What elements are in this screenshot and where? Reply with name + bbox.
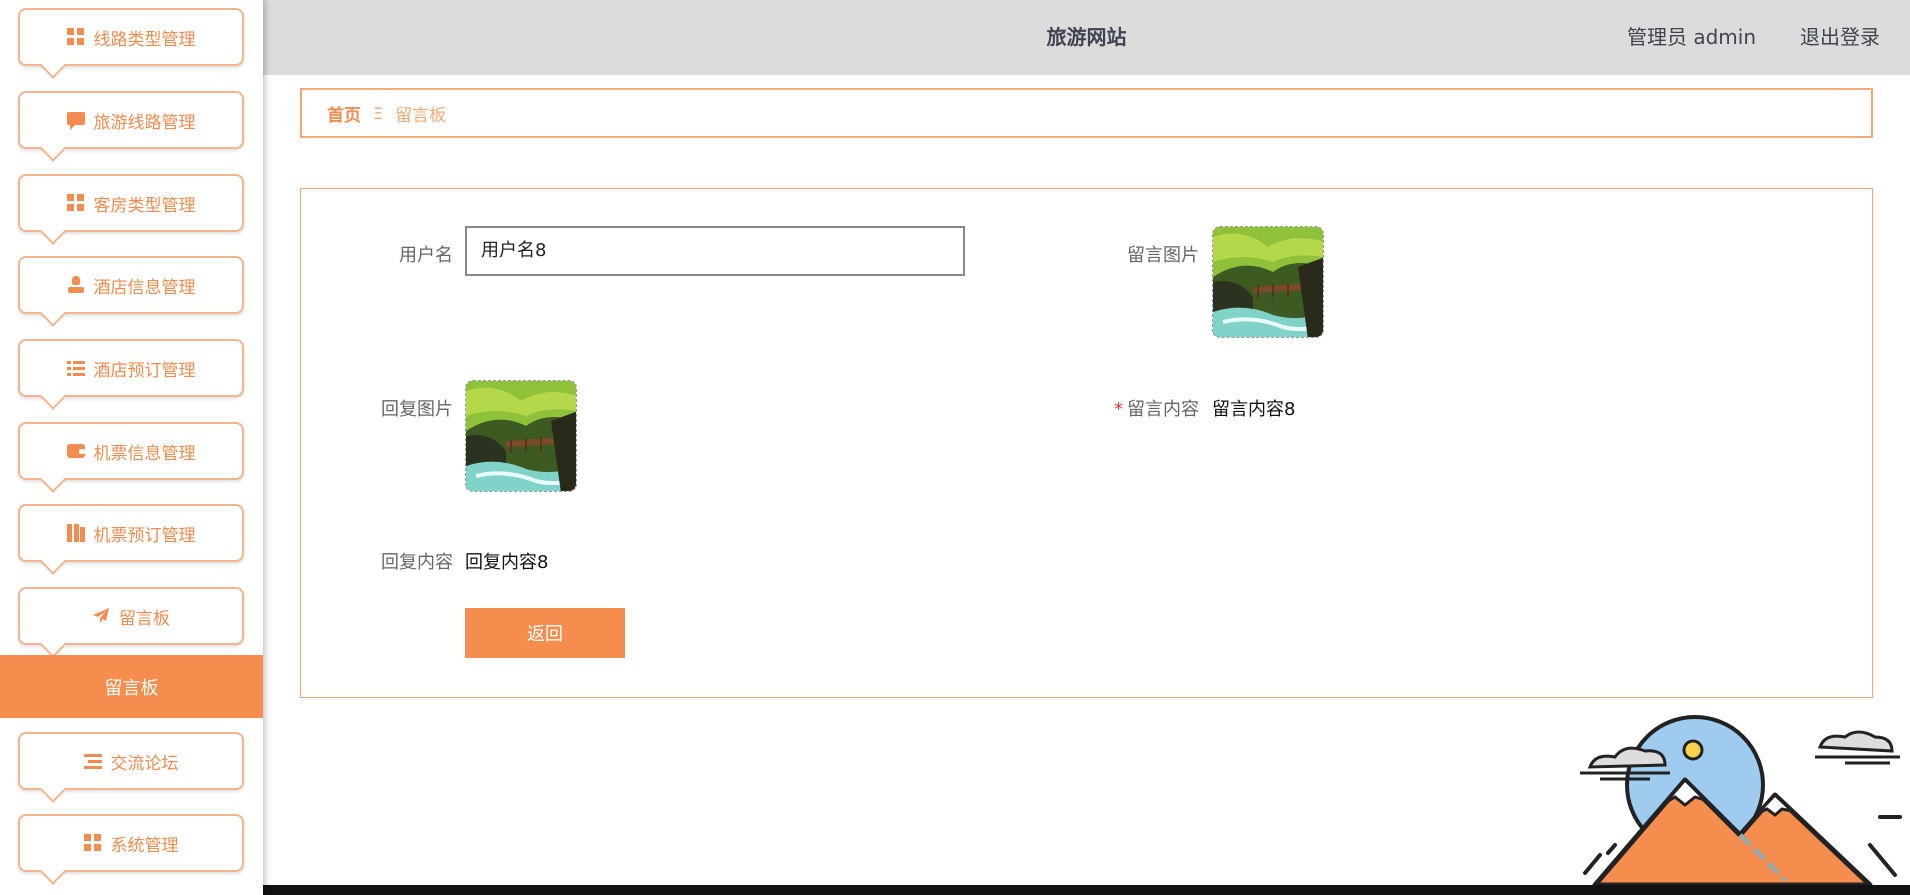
message-content-label: * 留言内容 <box>1079 395 1199 421</box>
sidebar-item-flight-info[interactable]: 机票信息管理 <box>18 422 244 480</box>
sidebar-item-label: 旅游线路管理 <box>93 112 196 133</box>
back-button[interactable]: 返回 <box>465 608 625 658</box>
reply-content-label: 回复内容 <box>381 552 453 573</box>
sidebar-item-forum[interactable]: 交流论坛 <box>18 732 244 790</box>
sidebar-item-label: 机票信息管理 <box>93 443 196 464</box>
sidebar-item-hotel-info[interactable]: 酒店信息管理 <box>18 256 244 314</box>
wallet-icon <box>66 444 85 458</box>
message-image[interactable] <box>1212 226 1324 338</box>
sidebar-item-label: 系统管理 <box>110 835 179 856</box>
sidebar-item-label: 客房类型管理 <box>93 195 196 216</box>
sidebar-item-label: 酒店信息管理 <box>93 277 196 298</box>
list-icon <box>83 752 102 770</box>
message-content-value: 留言内容8 <box>1212 399 1296 420</box>
sidebar-item-flight-booking[interactable]: 机票预订管理 <box>18 504 244 562</box>
sidebar-item-label: 交流论坛 <box>110 753 179 774</box>
sidebar-item-room-types[interactable]: 客房类型管理 <box>18 174 244 232</box>
sidebar-item-message-board[interactable]: 留言板 <box>18 587 244 645</box>
book-icon <box>66 524 85 542</box>
message-image-label: 留言图片 <box>1127 245 1199 266</box>
reply-content-value: 回复内容8 <box>465 552 549 573</box>
sidebar-item-hotel-booking[interactable]: 酒店预订管理 <box>18 339 244 397</box>
sidebar-subitem-label: 留言板 <box>104 677 159 699</box>
breadcrumb: 首页 Ξ 留言板 <box>300 88 1873 138</box>
required-mark: * <box>1114 399 1123 420</box>
username-label: 用户名 <box>399 245 453 266</box>
grid-icon <box>83 834 102 852</box>
reply-image[interactable] <box>465 380 577 492</box>
chat-icon <box>66 111 85 130</box>
logout-link[interactable]: 退出登录 <box>1800 0 1880 75</box>
sidebar-item-system[interactable]: 系统管理 <box>18 814 244 872</box>
sidebar: 线路类型管理 旅游线路管理 客房类型管理 酒店信息管理 酒店预订管理 机票信息管… <box>0 0 263 895</box>
grid-icon <box>66 194 85 212</box>
sidebar-item-travel-routes[interactable]: 旅游线路管理 <box>18 91 244 149</box>
breadcrumb-current: 留言板 <box>395 105 447 126</box>
paper-plane-icon <box>92 607 110 625</box>
mountain-decoration <box>1570 705 1910 888</box>
reply-image-label: 回复图片 <box>381 399 453 420</box>
breadcrumb-home[interactable]: 首页 <box>327 101 361 126</box>
message-detail-form: 用户名 用户名8 留言图片 回复图片 * 留言内容 留言内容8 回复内容 回复内… <box>300 188 1873 698</box>
message-content-label-text: 留言内容 <box>1127 399 1199 420</box>
username-field[interactable]: 用户名8 <box>465 226 965 276</box>
sidebar-item-label: 酒店预订管理 <box>93 360 196 381</box>
admin-info: 管理员 admin <box>1626 25 1756 49</box>
grid-icon <box>66 28 85 46</box>
sidebar-item-label: 留言板 <box>119 608 170 629</box>
sidebar-item-route-types[interactable]: 线路类型管理 <box>18 8 244 66</box>
sidebar-subitem-message-board-active[interactable]: 留言板 <box>0 655 263 718</box>
user-icon <box>67 276 85 294</box>
sidebar-item-label: 线路类型管理 <box>93 29 196 50</box>
breadcrumb-separator: Ξ <box>373 103 384 123</box>
top-header: 旅游网站 管理员 admin 退出登录 <box>263 0 1910 75</box>
sidebar-item-label: 机票预订管理 <box>93 525 196 546</box>
list-icon <box>66 359 85 377</box>
app-root: 线路类型管理 旅游线路管理 客房类型管理 酒店信息管理 酒店预订管理 机票信息管… <box>0 0 1910 895</box>
bottom-bar <box>263 885 1910 895</box>
